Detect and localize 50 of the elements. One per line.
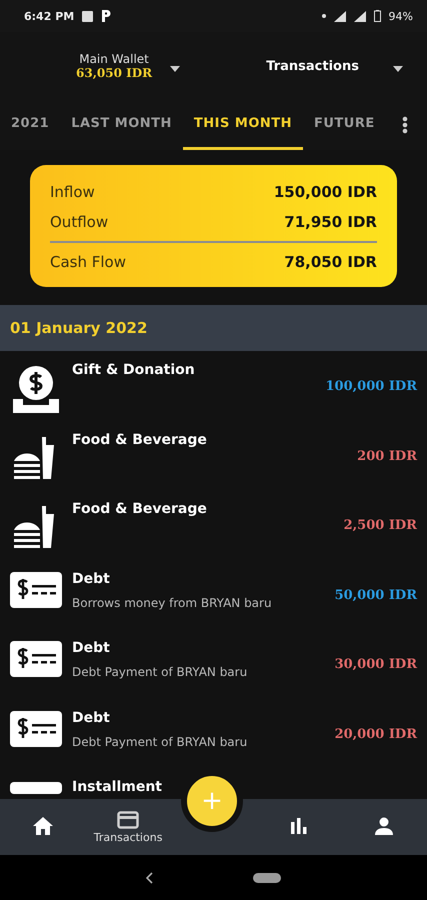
cheque-icon (10, 572, 62, 610)
caret-icon (170, 66, 180, 72)
transaction-title[interactable]: Food & Beverage (72, 432, 348, 448)
back-icon[interactable] (146, 872, 153, 884)
parking-icon (101, 10, 112, 22)
coin-hand-icon (11, 363, 61, 415)
cheque-icon (10, 710, 62, 748)
home-icon (32, 817, 53, 835)
nav-item[interactable]: Transactions (85, 810, 171, 844)
transaction-note: Debt Payment of BRYAN baru (72, 665, 248, 679)
view-selector[interactable]: Transactions (266, 58, 359, 74)
total-value: 78,050 IDR (284, 253, 377, 271)
battery-icon (374, 10, 381, 22)
transaction-amount: 30,000 IDR (334, 657, 417, 672)
transaction-amount: 2,500 IDR (344, 518, 417, 533)
transaction-title[interactable]: Food & Beverage (72, 501, 334, 517)
wallet-selector[interactable]: Main Wallet 63,050 IDR (76, 52, 152, 80)
home-pill[interactable] (253, 872, 281, 882)
more-icon[interactable] (402, 116, 408, 134)
transaction-note: Borrows money from BRYAN baru (72, 596, 273, 610)
summary-label: Inflow (50, 183, 95, 201)
summary-value: 71,950 IDR (284, 213, 377, 231)
summary-label: Outflow (50, 213, 108, 231)
transaction-note: Debt Payment of BRYAN baru (72, 734, 248, 748)
caret-icon (393, 66, 403, 72)
period-tab[interactable]: FUTURE (303, 100, 386, 150)
signal-icon (354, 10, 366, 22)
card-icon (10, 780, 62, 794)
signal-icon (334, 10, 346, 22)
transaction-title[interactable]: Debt (72, 570, 325, 586)
transaction-amount: 50,000 IDR (334, 588, 417, 602)
cheque-icon (10, 641, 62, 679)
summary-value: 150,000 IDR (274, 183, 377, 201)
battery-percent: 94% (388, 10, 413, 22)
dot-icon (322, 14, 326, 18)
bar-chart-icon (290, 818, 307, 834)
transaction-amount: 20,000 IDR (334, 726, 417, 742)
card-icon (117, 810, 140, 828)
transaction-title[interactable]: Debt (72, 710, 325, 726)
period-tab[interactable]: 2021 (0, 100, 60, 150)
period-tab[interactable]: LAST MONTH (60, 100, 183, 150)
status-time: 6:42 PM (24, 10, 74, 22)
transaction-title[interactable]: Debt (72, 640, 325, 656)
date-text: 01 January 2022 (10, 319, 148, 337)
transaction-amount: 200 IDR (357, 448, 417, 464)
transaction-title[interactable]: Gift & Donation (72, 362, 316, 378)
total-label: Cash Flow (50, 253, 126, 271)
transaction-amount: 100,000 IDR (326, 379, 417, 394)
person-icon (375, 817, 394, 835)
image-icon (82, 10, 94, 22)
